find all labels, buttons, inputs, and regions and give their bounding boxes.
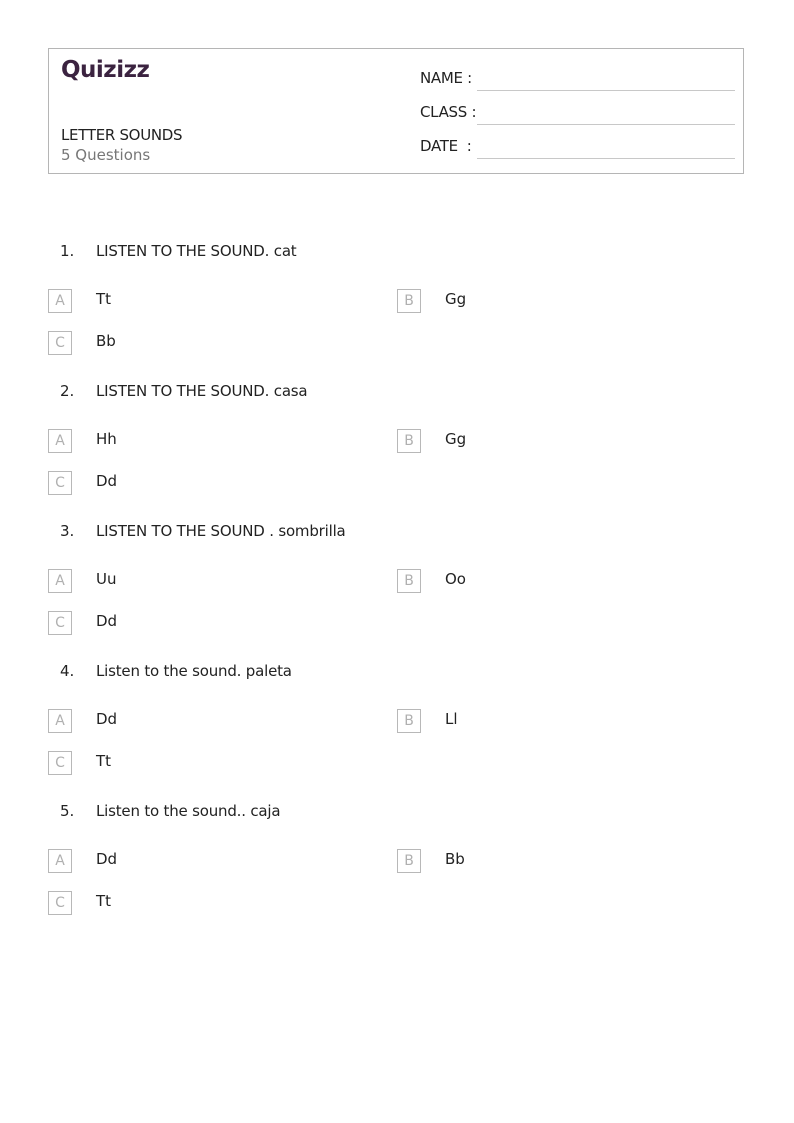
- option-letter-box[interactable]: C: [48, 471, 72, 495]
- date-input-line[interactable]: [477, 158, 735, 159]
- option-text: Tt: [96, 752, 112, 770]
- option-text: Oo: [445, 570, 466, 588]
- answer-option-b[interactable]: B Gg: [397, 289, 697, 313]
- question-5: 5. Listen to the sound.. caja A Dd B Bb C Tt: [0, 802, 794, 942]
- answer-option-b[interactable]: B Bb: [397, 849, 697, 873]
- quizizz-logo: Quizizz: [61, 57, 150, 83]
- answer-option-a[interactable]: A Uu: [48, 569, 348, 593]
- option-letter-box[interactable]: A: [48, 849, 72, 873]
- option-text: Bb: [96, 332, 116, 350]
- class-field[interactable]: CLASS :: [420, 101, 735, 125]
- question-2: 2. LISTEN TO THE SOUND. casa A Hh B Gg C Dd: [0, 382, 794, 522]
- name-input-line[interactable]: [477, 90, 735, 91]
- answer-option-c[interactable]: C Tt: [48, 891, 348, 915]
- question-text: LISTEN TO THE SOUND . sombrilla: [96, 522, 346, 540]
- option-letter-box[interactable]: A: [48, 569, 72, 593]
- question-3: 3. LISTEN TO THE SOUND . sombrilla A Uu B Oo C…: [0, 522, 794, 662]
- question-1: 1. LISTEN TO THE SOUND. cat A Tt B Gg C Bb: [0, 242, 794, 382]
- option-text: Hh: [96, 430, 117, 448]
- option-letter-box[interactable]: C: [48, 891, 72, 915]
- answer-option-a[interactable]: A Dd: [48, 849, 348, 873]
- question-number: 5.: [60, 802, 75, 820]
- question-text: LISTEN TO THE SOUND. casa: [96, 382, 308, 400]
- question-count: 5 Questions: [61, 146, 151, 164]
- question-text: LISTEN TO THE SOUND. cat: [96, 242, 297, 260]
- answer-option-a[interactable]: A Dd: [48, 709, 348, 733]
- question-text: Listen to the sound. paleta: [96, 662, 292, 680]
- option-text: Gg: [445, 290, 467, 308]
- option-text: Dd: [96, 710, 118, 728]
- worksheet-title: LETTER SOUNDS: [61, 126, 183, 144]
- answer-option-c[interactable]: C Dd: [48, 471, 348, 495]
- option-letter-box[interactable]: A: [48, 429, 72, 453]
- answer-option-b[interactable]: B Ll: [397, 709, 697, 733]
- name-field[interactable]: NAME :: [420, 67, 735, 91]
- class-input-line[interactable]: [477, 124, 735, 125]
- option-letter-box[interactable]: B: [397, 849, 421, 873]
- option-letter-box[interactable]: B: [397, 569, 421, 593]
- option-text: Uu: [96, 570, 117, 588]
- option-letter-box[interactable]: B: [397, 429, 421, 453]
- answer-option-b[interactable]: B Gg: [397, 429, 697, 453]
- question-number: 1.: [60, 242, 75, 260]
- option-letter-box[interactable]: B: [397, 289, 421, 313]
- answer-option-b[interactable]: B Oo: [397, 569, 697, 593]
- option-letter-box[interactable]: C: [48, 751, 72, 775]
- answer-option-a[interactable]: A Tt: [48, 289, 348, 313]
- option-text: Dd: [96, 850, 118, 868]
- option-letter-box[interactable]: A: [48, 289, 72, 313]
- option-text: Tt: [96, 892, 112, 910]
- date-label: DATE :: [420, 137, 472, 155]
- option-text: Gg: [445, 430, 467, 448]
- name-label: NAME :: [420, 69, 472, 87]
- option-text: Dd: [96, 612, 118, 630]
- option-letter-box[interactable]: A: [48, 709, 72, 733]
- question-4: 4. Listen to the sound. paleta A Dd B Ll C Tt: [0, 662, 794, 802]
- date-field[interactable]: DATE :: [420, 135, 735, 159]
- option-text: Bb: [445, 850, 465, 868]
- question-number: 2.: [60, 382, 75, 400]
- answer-option-c[interactable]: C Bb: [48, 331, 348, 355]
- answer-option-c[interactable]: C Tt: [48, 751, 348, 775]
- question-text: Listen to the sound.. caja: [96, 802, 281, 820]
- class-label: CLASS :: [420, 103, 477, 121]
- option-letter-box[interactable]: B: [397, 709, 421, 733]
- question-number: 4.: [60, 662, 75, 680]
- answer-option-a[interactable]: A Hh: [48, 429, 348, 453]
- option-text: Tt: [96, 290, 112, 308]
- option-letter-box[interactable]: C: [48, 331, 72, 355]
- option-text: Dd: [96, 472, 118, 490]
- answer-option-c[interactable]: C Dd: [48, 611, 348, 635]
- question-number: 3.: [60, 522, 75, 540]
- option-text: Ll: [445, 710, 458, 728]
- option-letter-box[interactable]: C: [48, 611, 72, 635]
- worksheet-header: Quizizz LETTER SOUNDS 5 Questions NAME :…: [48, 48, 744, 174]
